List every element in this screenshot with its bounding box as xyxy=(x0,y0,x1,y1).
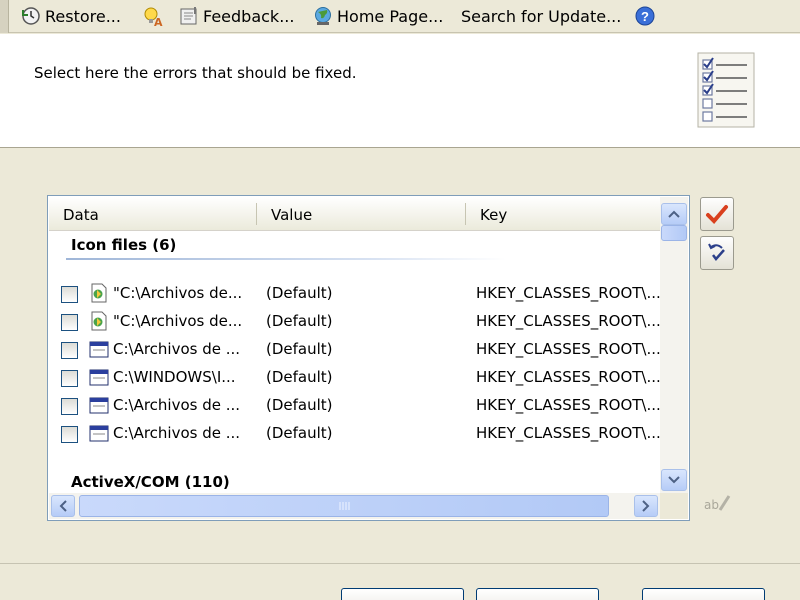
row-value: (Default) xyxy=(266,340,333,358)
home-page-icon xyxy=(315,7,331,25)
script-file-icon xyxy=(91,283,107,303)
invert-selection-icon xyxy=(708,243,725,261)
column-key[interactable]: Key xyxy=(466,197,660,230)
row-data: C:\Archivos de ... xyxy=(113,340,241,358)
horizontal-scrollbar[interactable] xyxy=(49,493,660,519)
window-icon xyxy=(89,425,109,442)
list-item[interactable]: "C:\Archivos de... (Default) HKEY_CLASSE… xyxy=(49,308,661,336)
row-key: HKEY_CLASSES_ROOT\... xyxy=(476,284,661,302)
toolbar-grip xyxy=(0,0,9,33)
row-key: HKEY_CLASSES_ROOT\... xyxy=(476,340,661,358)
row-data: "C:\Archivos de... xyxy=(113,312,243,330)
row-checkbox[interactable] xyxy=(61,286,78,303)
list-item[interactable]: C:\Archivos de ... (Default) HKEY_CLASSE… xyxy=(49,392,661,420)
row-key: HKEY_CLASSES_ROOT\... xyxy=(476,368,661,386)
row-key: HKEY_CLASSES_ROOT\... xyxy=(476,396,661,414)
instruction-text: Select here the errors that should be fi… xyxy=(34,64,357,82)
errors-list[interactable]: Data Value Key Icon files (6) "C:\Archiv… xyxy=(47,195,690,521)
row-checkbox[interactable] xyxy=(61,314,78,331)
list-item[interactable]: C:\Archivos de ... (Default) HKEY_CLASSE… xyxy=(49,336,661,364)
help-button[interactable]: ? xyxy=(634,3,656,29)
row-checkbox[interactable] xyxy=(61,370,78,387)
grip-icon xyxy=(339,502,350,510)
check-all-icon xyxy=(706,205,728,224)
window-icon xyxy=(89,397,109,414)
list-item[interactable]: C:\Archivos de ... (Default) HKEY_CLASSE… xyxy=(49,420,661,448)
dialog-button-2[interactable] xyxy=(476,588,599,600)
svg-text:ab: ab xyxy=(704,498,719,512)
vertical-scrollbar[interactable] xyxy=(660,197,688,493)
row-value: (Default) xyxy=(266,368,333,386)
list-header: Data Value Key xyxy=(49,197,660,231)
row-value: (Default) xyxy=(266,312,333,330)
rename-button[interactable]: ab xyxy=(700,486,734,518)
row-data: C:\Archivos de ... xyxy=(113,396,241,414)
vertical-scroll-thumb[interactable] xyxy=(661,225,687,241)
scroll-corner xyxy=(660,493,688,519)
group-icon-files[interactable]: Icon files (6) xyxy=(71,236,176,254)
chevron-down-icon xyxy=(668,476,680,484)
column-data[interactable]: Data xyxy=(49,197,256,230)
feedback-button[interactable]: Feedback... xyxy=(178,3,294,29)
row-data: C:\Archivos de ... xyxy=(113,424,241,442)
svg-text:?: ? xyxy=(641,9,649,24)
invert-selection-button[interactable] xyxy=(700,236,734,270)
row-checkbox[interactable] xyxy=(61,342,78,359)
chevron-left-icon xyxy=(59,500,67,512)
checklist-icon xyxy=(697,52,755,128)
row-value: (Default) xyxy=(266,396,333,414)
check-all-button[interactable] xyxy=(700,197,734,231)
column-value[interactable]: Value xyxy=(257,197,465,230)
row-data: "C:\Archivos de... xyxy=(113,284,243,302)
script-file-icon xyxy=(91,311,107,331)
scroll-down-button[interactable] xyxy=(661,469,687,491)
chevron-right-icon xyxy=(642,500,650,512)
scroll-left-button[interactable] xyxy=(51,495,75,517)
feedback-icon xyxy=(180,7,197,25)
row-data: C:\WINDOWS\I... xyxy=(113,368,236,386)
row-value: (Default) xyxy=(266,284,333,302)
feedback-label: Feedback... xyxy=(203,6,295,26)
chevron-up-icon xyxy=(668,210,680,218)
restore-icon xyxy=(22,7,40,25)
home-page-button[interactable]: Home Page... xyxy=(312,3,443,29)
help-icon: ? xyxy=(635,6,655,26)
group-activex-com[interactable]: ActiveX/COM (110) xyxy=(71,473,230,491)
row-checkbox[interactable] xyxy=(61,426,78,443)
tips-icon: A xyxy=(144,7,163,27)
dialog-button-3[interactable] xyxy=(642,588,765,600)
horizontal-scroll-thumb[interactable] xyxy=(79,495,609,517)
search-update-button[interactable]: Search for Update... xyxy=(461,3,621,29)
svg-text:A: A xyxy=(154,16,163,27)
search-update-label: Search for Update... xyxy=(461,6,622,26)
scroll-right-button[interactable] xyxy=(634,495,658,517)
header-panel: Select here the errors that should be fi… xyxy=(0,34,800,148)
row-checkbox[interactable] xyxy=(61,398,78,415)
toolbar: Restore... A Feedback... Home Page... Se… xyxy=(0,0,800,33)
list-item[interactable]: C:\WINDOWS\I... (Default) HKEY_CLASSES_R… xyxy=(49,364,661,392)
group-divider xyxy=(66,258,506,260)
rename-icon: ab xyxy=(704,495,731,512)
window-icon xyxy=(89,341,109,358)
restore-button[interactable]: Restore... xyxy=(20,3,121,29)
tips-button[interactable]: A xyxy=(142,3,164,29)
home-page-label: Home Page... xyxy=(337,6,444,26)
bottom-separator xyxy=(0,563,800,564)
list-item[interactable]: "C:\Archivos de... (Default) HKEY_CLASSE… xyxy=(49,280,661,308)
dialog-button-1[interactable] xyxy=(341,588,464,600)
scroll-up-button[interactable] xyxy=(661,203,687,225)
window-icon xyxy=(89,369,109,386)
row-key: HKEY_CLASSES_ROOT\... xyxy=(476,312,661,330)
restore-label: Restore... xyxy=(45,6,121,26)
row-key: HKEY_CLASSES_ROOT\... xyxy=(476,424,661,442)
row-value: (Default) xyxy=(266,424,333,442)
